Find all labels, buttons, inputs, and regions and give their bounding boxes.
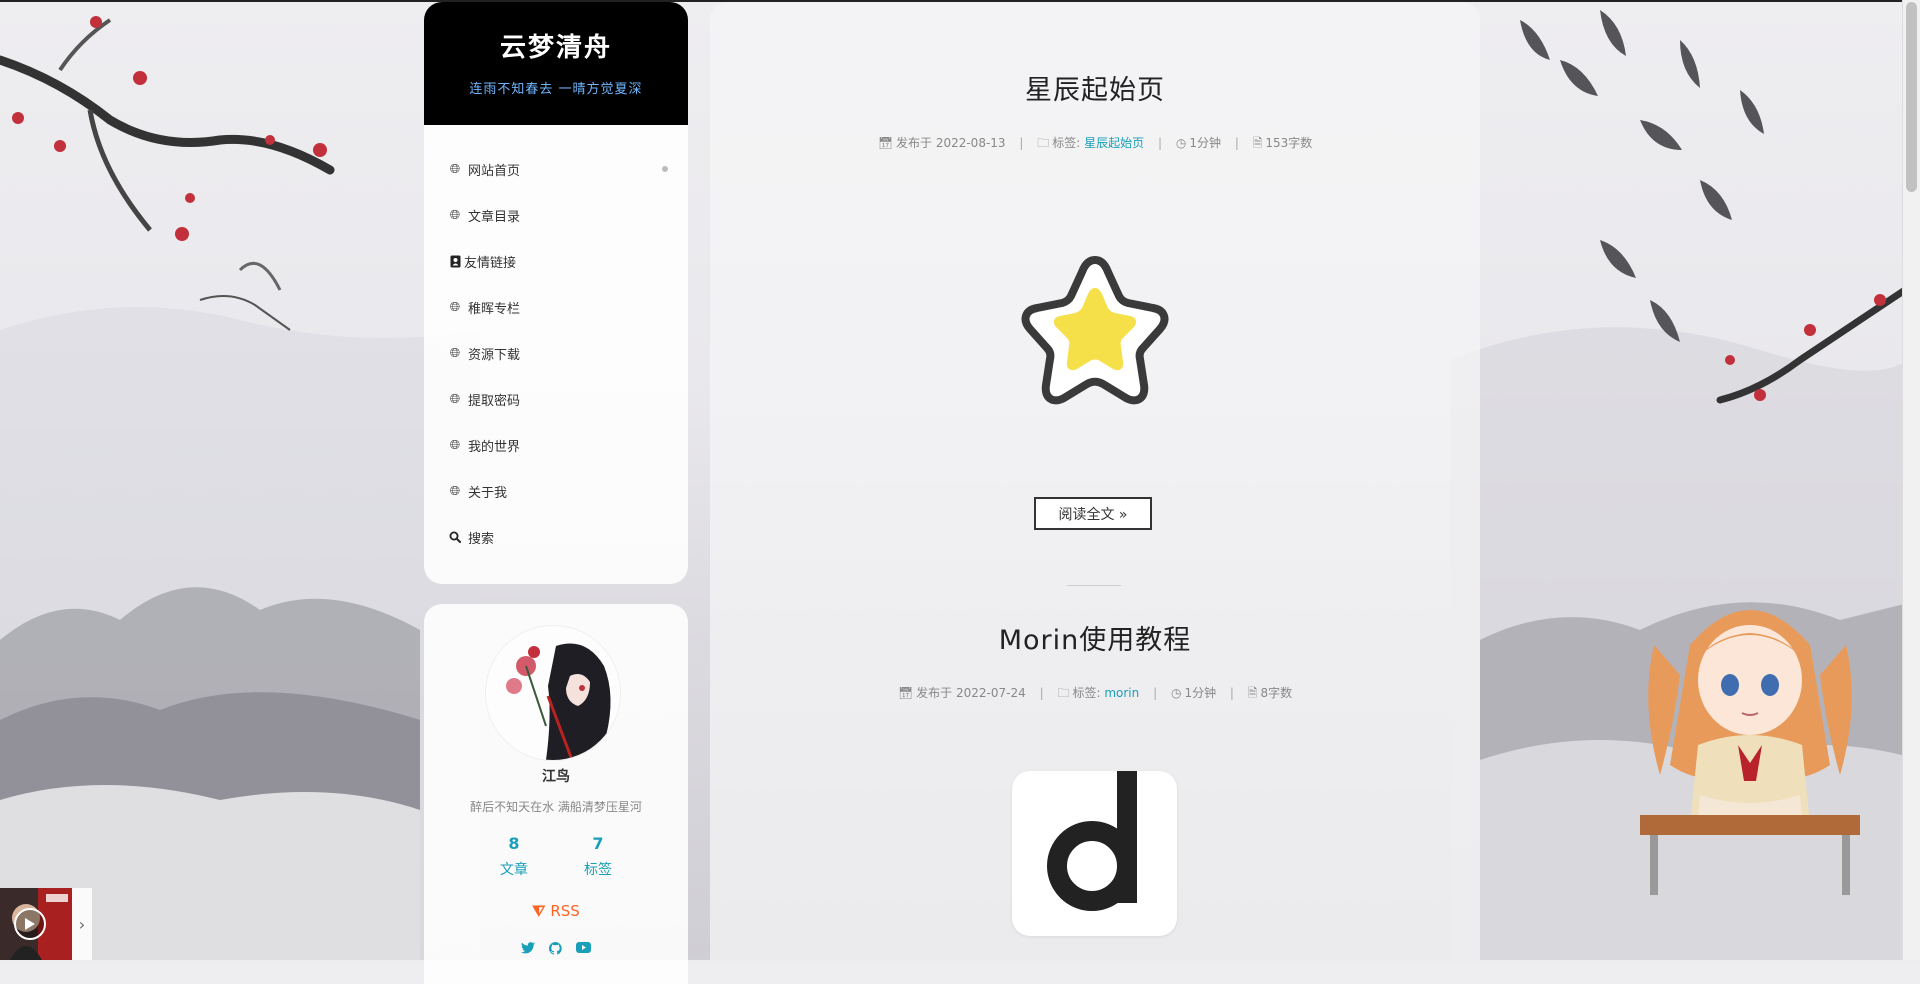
menu-item-label: 关于我 [468, 485, 508, 501]
rss-label: RSS [550, 902, 580, 920]
play-icon[interactable] [14, 908, 46, 940]
site-subtitle: 连雨不知春去 一晴方觉夏深 [469, 82, 643, 97]
post-date: 2022-07-24 [956, 686, 1026, 700]
player-collapse-toggle[interactable]: › [72, 888, 92, 960]
active-indicator-dot [662, 166, 668, 172]
menu-item-passwords[interactable]: 🌐︎ 提取密码 [448, 387, 668, 411]
calendar-icon: 📅︎ [877, 136, 893, 150]
post-meta: 📅︎ 发布于 2022-07-24 | 🗀︎ 标签: morin | ◷ 1分钟 | … [710, 684, 1480, 705]
morin-logo-image [1012, 771, 1177, 936]
file-icon: 🗎︎ [1252, 136, 1263, 150]
globe-icon: 🌐︎ [449, 299, 461, 315]
meta-separator: | [1153, 686, 1158, 700]
post-meta: 📅︎ 发布于 2022-08-13 | 🗀︎ 标签: 星辰起始页 | ◷ 1分钟 | … [710, 134, 1480, 155]
post-tag-link[interactable]: 星辰起始页 [1084, 136, 1144, 150]
file-icon: 🗎︎ [1247, 686, 1258, 700]
menu-item-label: 文章目录 [468, 209, 521, 225]
menu-item-downloads[interactable]: 🌐︎ 资源下载 [448, 341, 668, 365]
calendar-icon: 📅︎ [897, 686, 914, 700]
published-label: 发布于 [916, 686, 953, 700]
stat-posts-count: 8 [508, 834, 520, 853]
music-player-cover[interactable] [0, 888, 72, 960]
clock-icon: ◷ [1175, 136, 1187, 150]
folder-icon: 🗀︎ [1057, 686, 1070, 700]
stat-tags[interactable]: 7 标签 [558, 834, 638, 879]
read-time: 1分钟 [1189, 136, 1221, 150]
address-book-icon [448, 254, 462, 268]
published-label: 发布于 [895, 136, 932, 150]
star-logo-image [1021, 256, 1169, 405]
rss-link[interactable]: ⧨ RSS [424, 902, 688, 920]
post-divider [1067, 585, 1121, 586]
meta-separator: | [1158, 136, 1163, 150]
meta-separator: | [1039, 686, 1044, 700]
clock-icon: ◷ [1170, 686, 1182, 700]
mascot-character[interactable] [1630, 585, 1870, 905]
sidebar-menu: 🌐︎ 网站首页 🌐︎ 文章目录 友情链接 🌐︎ 稚晖专栏 🌐︎ 资源下载 🌐︎ … [424, 125, 688, 584]
menu-item-label: 提取密码 [468, 393, 521, 409]
globe-icon: 🌐︎ [449, 483, 461, 499]
read-time: 1分钟 [1184, 686, 1217, 700]
author-name: 江鸟 [542, 769, 570, 785]
menu-item-label: 资源下载 [468, 347, 521, 363]
globe-icon: 🌐︎ [449, 437, 461, 453]
post-date: 2022-08-13 [935, 136, 1006, 150]
globe-icon: 🌐︎ [449, 207, 461, 223]
menu-item-archives[interactable]: 🌐︎ 文章目录 [448, 203, 668, 227]
scrollbar[interactable] [1902, 0, 1920, 960]
globe-icon: 🌐︎ [449, 161, 461, 177]
globe-icon: 🌐︎ [449, 391, 461, 407]
menu-item-about[interactable]: 🌐︎ 关于我 [448, 479, 668, 503]
tags-label: 标签: [1072, 686, 1101, 700]
stat-posts-label: 文章 [500, 862, 528, 878]
stat-tags-count: 7 [592, 834, 604, 853]
author-profile-card: 江鸟 醉后不知天在水 满船清梦压星河 8 文章 7 标签 ⧨ RSS [424, 604, 688, 984]
menu-item-minecraft[interactable]: 🌐︎ 我的世界 [448, 433, 668, 457]
menu-item-label: 友情链接 [464, 255, 517, 271]
menu-item-column[interactable]: 🌐︎ 稚晖专栏 [448, 295, 668, 319]
author-motto: 醉后不知天在水 满船清梦压星河 [470, 800, 642, 814]
chevron-right-icon: › [78, 914, 86, 934]
github-icon[interactable] [548, 942, 562, 959]
menu-item-label: 稚晖专栏 [468, 301, 521, 317]
post-title-link[interactable]: Morin使用教程 [710, 618, 1480, 657]
meta-separator: | [1234, 136, 1239, 150]
globe-icon: 🌐︎ [449, 345, 461, 361]
post-list: 星辰起始页 📅︎ 发布于 2022-08-13 | 🗀︎ 标签: 星辰起始页 | ◷… [710, 2, 1480, 960]
rss-icon: ⧨ [532, 902, 546, 920]
word-count: 8字数 [1260, 686, 1293, 700]
menu-item-label: 网站首页 [468, 163, 521, 179]
post-title-link[interactable]: 星辰起始页 [710, 68, 1480, 107]
search-icon [448, 530, 462, 544]
read-more-button[interactable]: 阅读全文 » [1034, 497, 1152, 530]
folder-icon: 🗀︎ [1037, 136, 1050, 150]
social-links [424, 942, 688, 959]
youtube-icon[interactable] [576, 942, 591, 959]
avatar [486, 626, 620, 760]
meta-separator: | [1229, 686, 1234, 700]
stat-tags-label: 标签 [584, 862, 612, 878]
tags-label: 标签: [1052, 136, 1081, 150]
scrollbar-thumb[interactable] [1906, 2, 1917, 192]
menu-item-label: 搜索 [468, 531, 495, 547]
word-count: 153字数 [1265, 136, 1313, 150]
site-title[interactable]: 云梦清舟 [424, 27, 688, 64]
menu-item-label: 我的世界 [468, 439, 521, 455]
menu-item-home[interactable]: 🌐︎ 网站首页 [448, 157, 668, 181]
stat-posts[interactable]: 8 文章 [474, 834, 554, 879]
twitter-icon[interactable] [521, 942, 535, 959]
menu-item-search[interactable]: 搜索 [448, 525, 668, 549]
meta-separator: | [1019, 136, 1024, 150]
menu-item-links[interactable]: 友情链接 [448, 249, 668, 273]
post-tag-link[interactable]: morin [1104, 686, 1139, 700]
site-header: 云梦清舟 连雨不知春去 一晴方觉夏深 [424, 2, 688, 125]
